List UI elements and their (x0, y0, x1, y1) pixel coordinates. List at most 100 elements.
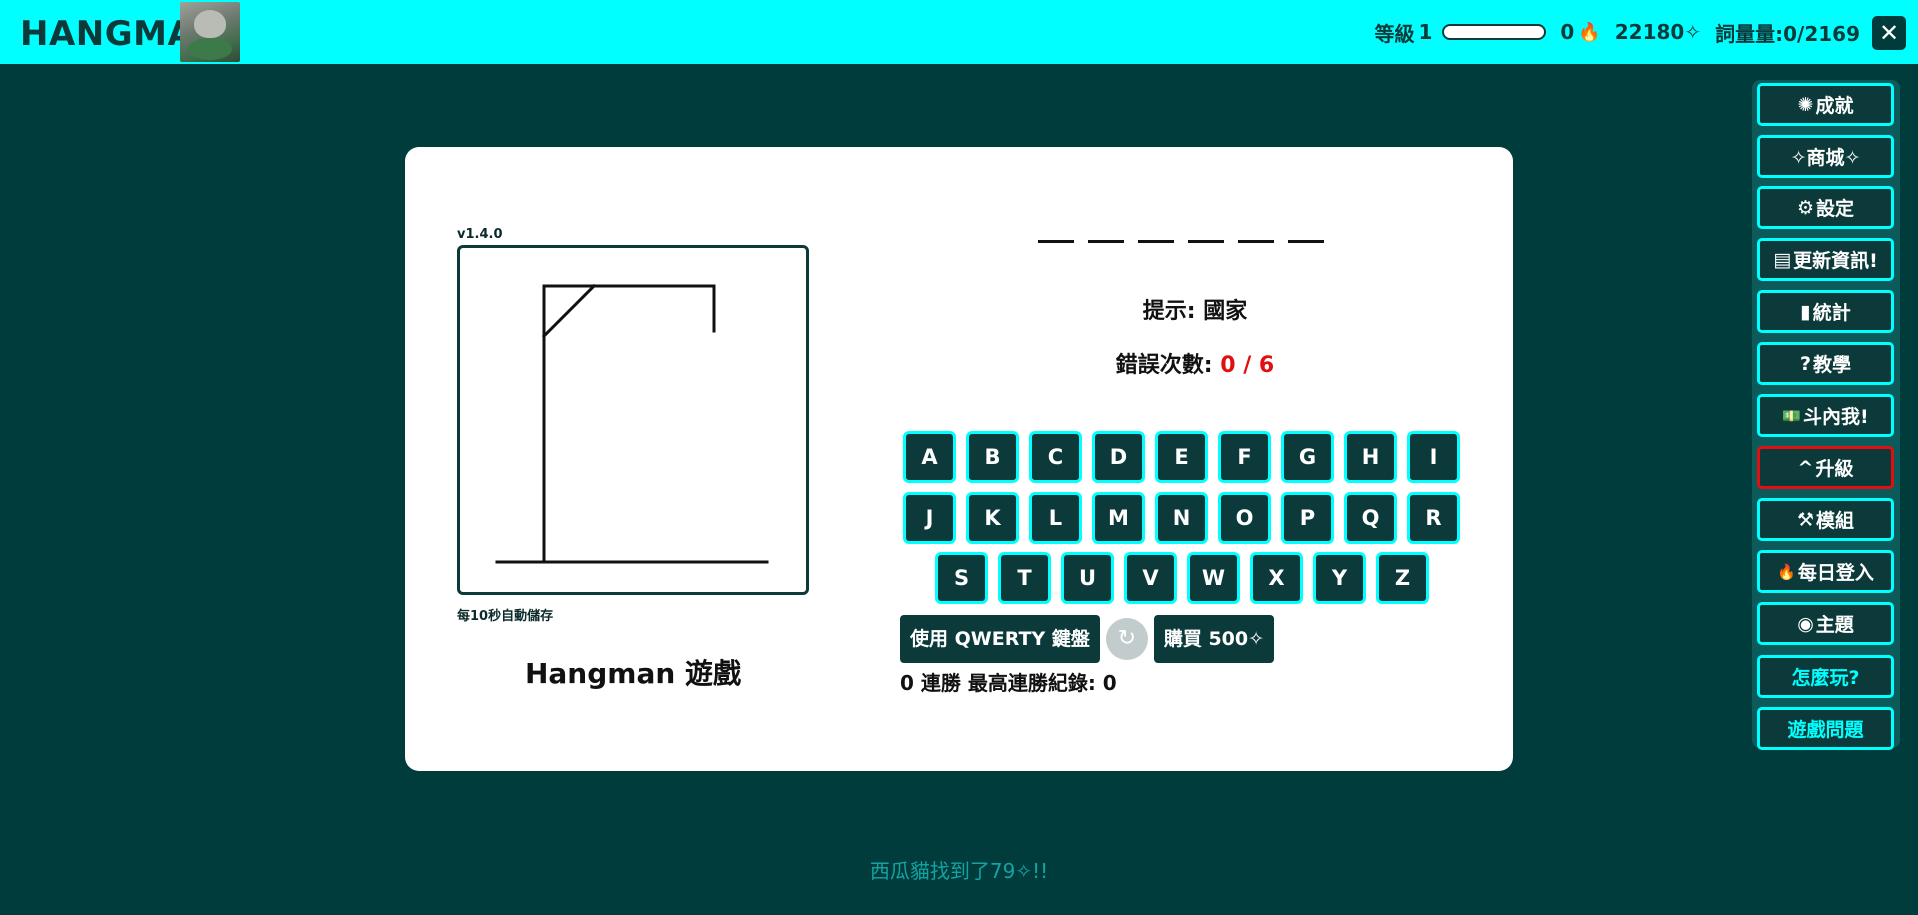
streak-stat: 0 🔥 (1560, 20, 1600, 44)
buy-button[interactable]: 購買 500✧ (1153, 615, 1275, 663)
key-l[interactable]: L (1029, 492, 1082, 544)
level-value: 1 (1418, 20, 1433, 44)
money-icon: 💵 (1782, 406, 1801, 425)
key-t[interactable]: T (998, 552, 1051, 604)
word-blanks (1038, 215, 1324, 243)
letter-blank (1288, 215, 1324, 243)
key-x[interactable]: X (1250, 552, 1303, 604)
key-h[interactable]: H (1344, 431, 1397, 483)
streak-count: 0 (1560, 20, 1575, 44)
stats-bar: 等級 1 0 🔥 22180✧ 詞量量:0/2169 (1375, 0, 1861, 64)
menu-label: 教學 (1813, 354, 1852, 376)
toast-message: 西瓜貓找到了79✧!! (869, 859, 1049, 883)
menu-label: 斗內我! (1803, 406, 1869, 428)
hint-value: 國家 (1203, 299, 1248, 324)
fire-icon: 🔥 (1777, 562, 1796, 581)
key-y[interactable]: Y (1313, 552, 1366, 604)
letter-blank (1038, 215, 1074, 243)
bar-chart-icon: ▮ (1800, 300, 1811, 323)
level-progress-bar (1442, 24, 1547, 40)
menu-button-9[interactable]: ⚒ 模組 (1757, 498, 1894, 541)
badge-icon: ✺ (1797, 93, 1814, 116)
side-menu: ✺ 成就 ✧商城✧ ⚙ 設定 ▤ 更新資訊! ▮ 統計 ? 教學 💵 斗內我! ^ 升級 ⚒ 模組 🔥 每日登入 ◉ 主… (1752, 80, 1900, 750)
hint-label: 提示: (1142, 299, 1196, 324)
menu-label: 主題 (1815, 614, 1854, 636)
gear-icon: ⚙ (1796, 196, 1815, 219)
menu-button-8[interactable]: ^ 升級 (1757, 446, 1894, 489)
menu-button-12[interactable]: 怎麼玩? (1757, 655, 1894, 698)
keyboard-row-1: ABCDEFGHI (903, 431, 1460, 483)
hangman-canvas (457, 245, 809, 595)
wrong-count: 0 / 6 (1220, 353, 1275, 378)
key-j[interactable]: J (903, 492, 956, 544)
key-s[interactable]: S (935, 552, 988, 604)
key-c[interactable]: C (1029, 431, 1082, 483)
level-stat: 等級 1 (1375, 18, 1547, 47)
letter-blank (1088, 215, 1124, 243)
menu-label: 遊戲問題 (1787, 719, 1864, 741)
game-actions: 使用 QWERTY 鍵盤 ↻ 購買 500✧ (900, 615, 1275, 663)
key-b[interactable]: B (966, 431, 1019, 483)
letter-blank (1238, 215, 1274, 243)
tools-icon: ⚒ (1796, 508, 1815, 531)
key-e[interactable]: E (1155, 431, 1208, 483)
menu-button-1[interactable]: ✺ 成就 (1757, 83, 1894, 126)
gallows-brace (541, 283, 597, 339)
top-bar: HANGMAN 等級 1 0 🔥 22180✧ 詞量量:0/2169 ✕ (0, 0, 1918, 64)
newspaper-icon: ▤ (1773, 248, 1792, 271)
wrong-label: 錯誤次數: (1115, 353, 1213, 378)
key-n[interactable]: N (1155, 492, 1208, 544)
key-a[interactable]: A (903, 431, 956, 483)
key-f[interactable]: F (1218, 431, 1271, 483)
key-o[interactable]: O (1218, 492, 1271, 544)
menu-button-4[interactable]: ▤ 更新資訊! (1757, 238, 1894, 281)
menu-label: 升級 (1815, 458, 1854, 480)
key-u[interactable]: U (1061, 552, 1114, 604)
menu-button-11[interactable]: ◉ 主題 (1757, 602, 1894, 645)
key-p[interactable]: P (1281, 492, 1334, 544)
key-i[interactable]: I (1407, 431, 1460, 483)
letter-blank (1188, 215, 1224, 243)
menu-label: 每日登入 (1797, 562, 1874, 584)
wrong-guesses: 錯誤次數: 0 / 6 (1065, 347, 1325, 379)
menu-button-5[interactable]: ▮ 統計 (1757, 290, 1894, 333)
key-d[interactable]: D (1092, 431, 1145, 483)
cat-logo-image (180, 2, 240, 62)
key-w[interactable]: W (1187, 552, 1240, 604)
fire-icon: 🔥 (1578, 21, 1601, 43)
menu-label: 怎麼玩? (1791, 667, 1860, 689)
menu-label: 設定 (1816, 198, 1855, 220)
reset-icon[interactable]: ↻ (1105, 618, 1148, 660)
key-m[interactable]: M (1092, 492, 1145, 544)
gallows-drawing (495, 283, 769, 564)
menu-label: 統計 (1812, 302, 1851, 324)
close-button[interactable]: ✕ (1872, 16, 1906, 50)
menu-label: ✧商城✧ (1790, 147, 1861, 169)
menu-button-10[interactable]: 🔥 每日登入 (1757, 550, 1894, 593)
hint: 提示: 國家 (1095, 293, 1295, 325)
menu-button-7[interactable]: 💵 斗內我! (1757, 394, 1894, 437)
palette-icon: ◉ (1797, 612, 1814, 635)
key-z[interactable]: Z (1376, 552, 1429, 604)
qwerty-toggle-button[interactable]: 使用 QWERTY 鍵盤 (900, 615, 1100, 663)
key-g[interactable]: G (1281, 431, 1334, 483)
menu-button-3[interactable]: ⚙ 設定 (1757, 186, 1894, 229)
keyboard-row-3: STUVWXYZ (935, 552, 1429, 604)
key-k[interactable]: K (966, 492, 1019, 544)
currency-stat: 22180✧ (1614, 20, 1702, 44)
menu-label: 模組 (1816, 510, 1855, 532)
autosave-note: 每10秒自動儲存 (457, 609, 554, 624)
menu-button-13[interactable]: 遊戲問題 (1757, 707, 1894, 750)
vocab-stat: 詞量量:0/2169 (1715, 21, 1860, 46)
key-r[interactable]: R (1407, 492, 1460, 544)
level-label: 等級 (1374, 21, 1415, 46)
menu-label: 更新資訊! (1793, 250, 1878, 272)
caret-up-icon: ^ (1797, 456, 1814, 479)
menu-button-6[interactable]: ? 教學 (1757, 342, 1894, 385)
key-v[interactable]: V (1124, 552, 1177, 604)
game-title: Hangman 遊戲 (524, 657, 742, 690)
menu-label: 成就 (1815, 95, 1854, 117)
key-q[interactable]: Q (1344, 492, 1397, 544)
menu-button-2[interactable]: ✧商城✧ (1757, 135, 1894, 178)
win-streak: 0 連勝 最高連勝紀錄: 0 (900, 671, 1117, 695)
